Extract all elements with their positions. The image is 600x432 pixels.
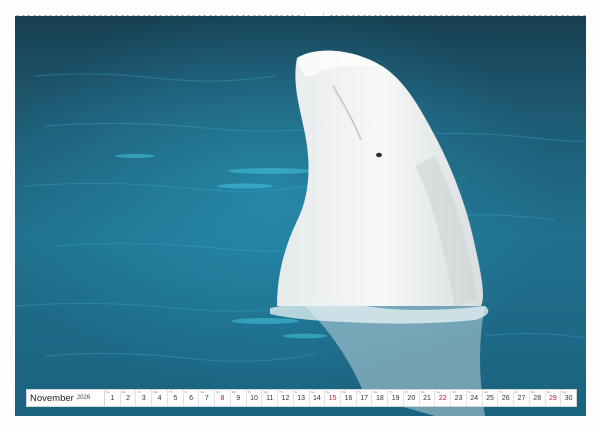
day-cell: Mo 30	[561, 390, 576, 406]
day-number: 1	[110, 394, 115, 402]
month-label: November 2026	[27, 390, 105, 406]
day-cell: Th 5	[168, 390, 184, 406]
day-number: 13	[297, 394, 306, 402]
weekday-abbr: Mo	[452, 390, 457, 394]
day-cell: Fr 6	[184, 390, 200, 406]
weekday-abbr: Mo	[121, 390, 126, 394]
year-label: 2026	[76, 395, 91, 401]
weekday-abbr: Th	[389, 390, 393, 394]
beluga-photo	[15, 16, 586, 416]
weekday-abbr: Tu	[357, 390, 362, 394]
weekday-abbr: Mo	[231, 390, 237, 394]
day-number: 6	[189, 394, 193, 402]
day-cell: Su 1	[105, 390, 121, 406]
day-number: 21	[423, 394, 431, 402]
weekday-abbr: Th	[279, 390, 283, 394]
day-number: 19	[391, 394, 400, 402]
day-cell: Tu 10	[247, 390, 263, 406]
day-number: 29	[549, 394, 557, 402]
weekday-abbr: Tu	[247, 390, 251, 394]
day-number: 24	[470, 394, 479, 402]
weekday-abbr: Su	[546, 390, 551, 394]
weekday-abbr: Tu	[137, 390, 141, 394]
day-cell: Mo 2	[121, 390, 137, 406]
day-number: 2	[126, 394, 131, 402]
day-cell: Sa 21	[420, 390, 436, 406]
day-cell: Su 22	[435, 390, 452, 406]
day-cell: Mo 23	[451, 390, 467, 406]
day-cell: We 18	[372, 390, 389, 406]
weekday-abbr: Mo	[562, 390, 567, 394]
weekday-abbr: Sa	[420, 390, 425, 394]
day-cell: We 4	[152, 390, 168, 406]
day-number: 22	[438, 394, 447, 402]
weekday-abbr: Su	[326, 390, 330, 394]
day-cell: Fr 13	[294, 390, 310, 406]
day-number: 28	[533, 394, 542, 402]
day-number: 16	[344, 394, 353, 402]
day-cell: Tu 24	[467, 390, 483, 406]
day-cell: Fr 20	[404, 390, 420, 406]
weekday-abbr: We	[483, 390, 489, 394]
weekday-abbr: Fr	[294, 390, 298, 394]
day-cells: Su 1 Mo 2 Tu 3 We 4 Th 5 Fr 6 Sa 7 Su 8 Mo 9 Tu 10 We 11 Th 12 F…	[105, 390, 576, 406]
weekday-abbr: We	[263, 390, 268, 394]
weekday-abbr: Fr	[515, 390, 518, 394]
day-number: 27	[517, 394, 526, 402]
day-cell: Mo 16	[341, 390, 357, 406]
month-name: November	[30, 392, 74, 404]
weekday-abbr: Sa	[200, 390, 205, 394]
day-number: 11	[266, 394, 274, 402]
weekday-abbr: Mo	[342, 390, 347, 394]
day-cell: Th 26	[498, 390, 515, 406]
day-cell: Sa 7	[199, 390, 216, 406]
weekday-abbr: Tu	[467, 390, 472, 394]
day-number: 7	[204, 394, 209, 402]
day-cell: Tu 17	[357, 390, 373, 406]
day-number: 20	[407, 394, 416, 402]
day-cell: Su 29	[546, 390, 562, 406]
day-cell: Mo 9	[231, 390, 247, 406]
weekday-abbr: Fr	[404, 390, 408, 394]
beluga-whale-image	[15, 16, 586, 416]
day-cell: Th 19	[388, 390, 404, 406]
day-cell: Sa 28	[530, 390, 546, 406]
weekday-abbr: Fr	[184, 390, 188, 394]
day-cell: Th 12	[278, 390, 294, 406]
day-number: 18	[375, 394, 384, 402]
day-number: 23	[454, 394, 463, 402]
day-cell: Su 15	[325, 390, 342, 406]
calendar-page: November 2026 Su 1 Mo 2 Tu 3 We 4 Th 5 Fr 6 Sa 7 Su 8 Mo…	[0, 0, 600, 432]
calendar-strip: November 2026 Su 1 Mo 2 Tu 3 We 4 Th 5 Fr 6 Sa 7 Su 8 Mo…	[26, 389, 577, 407]
day-number: 25	[486, 394, 494, 402]
day-cell: We 11	[262, 390, 279, 406]
weekday-abbr: Th	[499, 390, 503, 394]
weekday-abbr: We	[373, 390, 378, 394]
weekday-abbr: Th	[168, 390, 173, 394]
day-number: 30	[564, 394, 573, 402]
weekday-abbr: Sa	[530, 390, 535, 394]
day-number: 12	[281, 394, 290, 402]
day-number: 14	[313, 394, 321, 402]
day-cell: Tu 3	[136, 390, 153, 406]
day-cell: Su 8	[215, 390, 231, 406]
day-cell: Sa 14	[310, 390, 326, 406]
day-number: 15	[328, 394, 337, 402]
day-number: 3	[141, 394, 146, 402]
day-number: 8	[220, 394, 225, 402]
day-cell: We 25	[483, 390, 499, 406]
day-number: 10	[250, 394, 258, 402]
day-number: 17	[360, 394, 369, 402]
weekday-abbr: Su	[216, 390, 220, 394]
day-number: 5	[173, 394, 178, 402]
day-cell: Fr 27	[514, 390, 530, 406]
weekday-abbr: We	[153, 390, 158, 394]
weekday-abbr: Su	[106, 390, 110, 394]
weekday-abbr: Su	[436, 390, 441, 394]
weekday-abbr: Sa	[310, 390, 315, 394]
day-number: 26	[501, 394, 510, 402]
day-number: 4	[157, 394, 162, 402]
day-number: 9	[236, 394, 241, 402]
